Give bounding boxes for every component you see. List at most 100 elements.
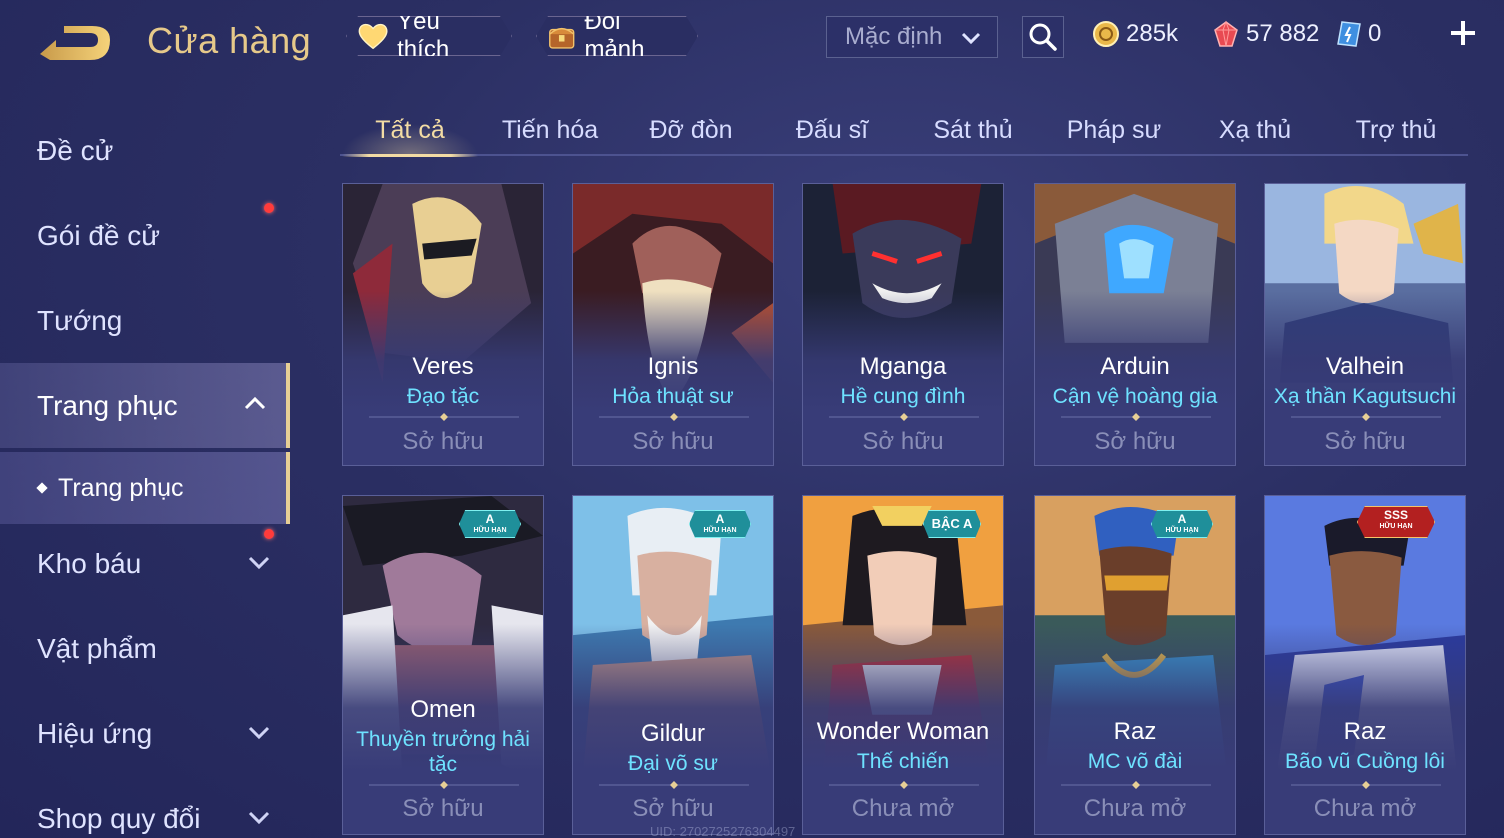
divider-ornament xyxy=(369,781,519,789)
badge-tier: SSS xyxy=(1383,508,1408,522)
sidebar-item-items[interactable]: Vật phẩm xyxy=(0,606,290,691)
skin-name: Thuyền trưởng hải tặc xyxy=(356,728,530,776)
ownership-status: Sở hữu xyxy=(402,428,484,455)
skin-card[interactable]: Valhein Xạ thần Kagutsuchi Sở hữu xyxy=(1264,183,1466,466)
skin-name: Đạo tặc xyxy=(406,385,480,408)
plus-icon xyxy=(1451,21,1475,45)
skin-card[interactable]: Ignis Hỏa thuật sư Sở hữu xyxy=(572,183,774,466)
favorites-label: Yêu thích xyxy=(397,8,450,63)
sort-dropdown[interactable]: Mặc định xyxy=(826,16,998,58)
tab-fighter[interactable]: Đấu sĩ xyxy=(763,106,901,154)
badge-subtitle: HỮU HẠN xyxy=(703,527,737,534)
skin-card[interactable]: A HỮU HẠN Raz MC võ đài Chưa mở xyxy=(1034,495,1236,835)
sidebar-item-label: Shop quy đổi xyxy=(37,802,201,834)
sidebar-subitem-skins[interactable]: Trang phục xyxy=(0,452,290,524)
skin-card[interactable]: Arduin Cận vệ hoàng gia Sở hữu xyxy=(1034,183,1236,466)
chevron-down-icon xyxy=(248,556,270,570)
skin-card[interactable]: A HỮU HẠN Gildur Đại võ sư Sở hữu xyxy=(572,495,774,835)
ruby-amount: 57 882 xyxy=(1246,20,1320,47)
divider-ornament xyxy=(829,413,979,421)
badge-subtitle: HỮU HẠN xyxy=(1165,527,1199,534)
search-button[interactable] xyxy=(1022,16,1064,58)
hero-name: Wonder Woman xyxy=(816,718,990,745)
favorites-button[interactable]: Yêu thích xyxy=(346,16,512,56)
tab-mage[interactable]: Pháp sư xyxy=(1045,106,1183,154)
ownership-status: Sở hữu xyxy=(1094,428,1176,455)
back-button[interactable] xyxy=(36,20,116,66)
divider-ornament xyxy=(599,781,749,789)
category-tabs: Tất cả Tiến hóa Đỡ đòn Đấu sĩ Sát thủ Ph… xyxy=(340,106,1468,157)
badge-tier: A xyxy=(715,512,725,526)
skin-name: Thế chiến xyxy=(856,750,950,773)
sidebar-item-label: Trang phục xyxy=(37,389,178,421)
hero-name: Ignis xyxy=(647,353,699,380)
skin-name: Đại võ sư xyxy=(628,752,718,775)
divider-ornament xyxy=(1061,781,1211,789)
tier-badge: BẬC A xyxy=(923,510,981,538)
chevron-down-icon xyxy=(961,32,981,45)
sidebar-item-exchange-shop[interactable]: Shop quy đổi xyxy=(0,776,290,838)
hero-name: Gildur xyxy=(640,720,706,747)
tab-label: Pháp sư xyxy=(1066,115,1162,144)
voucher-card-icon xyxy=(1337,21,1361,47)
ownership-status: Sở hữu xyxy=(862,428,944,455)
search-icon xyxy=(1029,23,1057,51)
hero-name: Raz xyxy=(1113,718,1157,745)
hero-name: Valhein xyxy=(1325,353,1405,380)
sidebar-item-label: Đề cử xyxy=(37,134,114,166)
chevron-up-icon xyxy=(244,396,266,410)
skin-name: MC võ đài xyxy=(1087,750,1183,773)
sidebar: Đề cử Gói đề cử Tướng Trang phục Trang p… xyxy=(0,108,290,838)
sidebar-item-label: Gói đề cử xyxy=(37,219,161,251)
tab-label: Tiến hóa xyxy=(501,115,599,144)
divider-ornament xyxy=(1061,413,1211,421)
sidebar-item-label: Tướng xyxy=(37,304,123,336)
tab-tank[interactable]: Đỡ đòn xyxy=(622,106,760,154)
heart-icon xyxy=(357,21,389,51)
ownership-status: Sở hữu xyxy=(402,795,484,822)
divider-ornament xyxy=(1291,413,1441,421)
sidebar-item-label: Vật phẩm xyxy=(37,632,157,664)
skin-card[interactable]: Mganga Hề cung đình Sở hữu xyxy=(802,183,1004,466)
badge-subtitle: HỮU HẠN xyxy=(1379,523,1413,530)
sidebar-item-recommended[interactable]: Đề cử xyxy=(0,108,290,193)
voucher-amount: 0 xyxy=(1368,20,1382,47)
ownership-status: Sở hữu xyxy=(632,428,714,455)
divider-ornament xyxy=(829,781,979,789)
sidebar-item-label: Kho báu xyxy=(37,547,142,579)
ownership-status: Chưa mở xyxy=(851,795,955,822)
tab-label: Đấu sĩ xyxy=(795,115,869,144)
sidebar-item-heroes[interactable]: Tướng xyxy=(0,278,290,363)
tab-label: Trợ thủ xyxy=(1355,115,1437,144)
tab-label: Xạ thủ xyxy=(1218,115,1292,144)
exchange-fragments-button[interactable]: Đổi mảnh xyxy=(536,16,698,56)
gold-amount: 285k xyxy=(1126,20,1179,47)
tab-all[interactable]: Tất cả xyxy=(342,106,478,157)
add-currency-button[interactable] xyxy=(1448,18,1478,48)
skin-card[interactable]: BẬC A Wonder Woman Thế chiến Chưa mở xyxy=(802,495,1004,835)
chevron-down-icon xyxy=(248,811,270,825)
sidebar-item-effects[interactable]: Hiệu ứng xyxy=(0,691,290,776)
tab-marksman[interactable]: Xạ thủ xyxy=(1186,106,1324,154)
skin-card[interactable]: A HỮU HẠN Omen Thuyền trưởng hải tặc Sở … xyxy=(342,495,544,835)
hero-name: Omen xyxy=(410,696,476,723)
back-arrow-icon xyxy=(40,26,110,60)
sidebar-subitem-label: Trang phục xyxy=(58,473,184,502)
notification-dot xyxy=(264,529,274,539)
tab-evolution[interactable]: Tiến hóa xyxy=(481,106,619,154)
ruby-currency: 57 882 xyxy=(1212,18,1319,50)
sidebar-item-skins[interactable]: Trang phục xyxy=(0,363,290,448)
badge-tier: A xyxy=(485,512,495,526)
tab-support[interactable]: Trợ thủ xyxy=(1327,106,1465,154)
divider-ornament xyxy=(1291,781,1441,789)
sidebar-item-recommended-packs[interactable]: Gói đề cử xyxy=(0,193,290,278)
sidebar-item-label: Hiệu ứng xyxy=(37,717,153,749)
badge-subtitle: HỮU HẠN xyxy=(473,527,507,534)
ruby-gem-icon xyxy=(1214,20,1238,47)
tier-badge: A HỮU HẠN xyxy=(689,510,751,538)
skin-card[interactable]: SSS HỮU HẠN Raz Bão vũ Cuồng lôi Chưa mở xyxy=(1264,495,1466,835)
gold-currency: 285k xyxy=(1092,18,1178,50)
sidebar-item-treasure[interactable]: Kho báu xyxy=(0,521,290,606)
skin-card[interactable]: Veres Đạo tặc Sở hữu xyxy=(342,183,544,466)
tab-assassin[interactable]: Sát thủ xyxy=(904,106,1042,154)
